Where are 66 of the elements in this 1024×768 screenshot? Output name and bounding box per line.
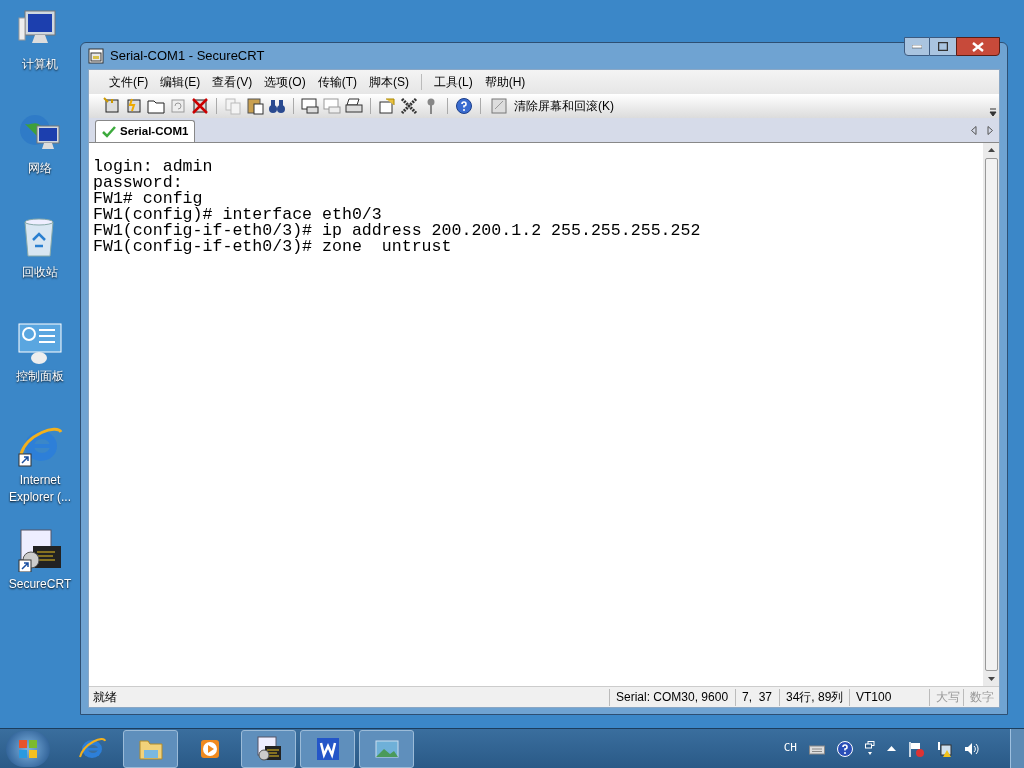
flag-icon[interactable] — [908, 740, 924, 757]
menu-item[interactable]: 文件(F) — [103, 72, 155, 92]
shortcut-label[interactable]: 控制面板 — [16, 368, 64, 385]
taskbar-button[interactable] — [300, 729, 355, 768]
session-tab[interactable]: Serial-COM1 — [95, 120, 196, 142]
folder-icon[interactable] — [147, 97, 165, 115]
menu-item[interactable]: 传输(T) — [311, 72, 363, 92]
windows-logo-icon — [18, 738, 38, 759]
scrollbar-thumb[interactable] — [984, 158, 998, 671]
paste-icon[interactable] — [246, 97, 264, 115]
scroll-up-icon — [987, 148, 995, 152]
menu-item[interactable]: 编辑(E) — [154, 72, 207, 92]
show-desktop-button[interactable] — [1010, 728, 1024, 768]
status-pane: Serial: COM30, 9600 — [609, 688, 735, 706]
status-pane: 7, 37 — [735, 688, 779, 706]
checkmark-icon — [102, 125, 116, 138]
show-hidden-icons-icon[interactable] — [887, 746, 896, 751]
terminal-line: FW1(config-if-eth0/3)# ip address 200.200.1.2 255.255.255.252 — [93, 223, 702, 239]
keyboard-icon[interactable] — [809, 742, 825, 755]
vertical-scrollbar[interactable] — [983, 143, 999, 686]
terminal-line: FW1# config — [93, 191, 203, 207]
scroll-left-icon[interactable] — [971, 125, 977, 135]
menu-item[interactable]: 查看(V) — [206, 72, 259, 92]
terminal-line: FW1(config-if-eth0/3)# zone untrust — [93, 239, 453, 255]
print-screen-icon[interactable] — [301, 97, 319, 115]
clear-screen-button[interactable]: 清除屏幕和回滚(K) — [490, 97, 614, 115]
volume-icon[interactable] — [964, 741, 980, 756]
shortcut-label[interactable]: Internet Explorer (... — [2, 472, 78, 506]
shortcut-label[interactable]: 计算机 — [22, 56, 58, 73]
terminal-app-icon — [17, 528, 63, 572]
maximize-icon — [938, 42, 948, 51]
printer-icon[interactable] — [345, 97, 363, 115]
shortcut-label[interactable]: SecureCRT — [8, 576, 72, 593]
status-pane: 34行, 89列 — [779, 688, 849, 706]
toolbar-overflow-icon[interactable] — [989, 108, 997, 118]
taskbar-button[interactable] — [241, 729, 296, 768]
start-button[interactable] — [6, 730, 50, 767]
menu-item[interactable]: 工具(L) — [428, 72, 479, 92]
terminal-line: password: — [93, 175, 183, 191]
maximize-button[interactable] — [930, 37, 956, 56]
control-panel-icon — [17, 320, 63, 364]
terminal-line: login: admin — [93, 159, 214, 175]
close-icon — [972, 41, 984, 52]
binoculars-icon[interactable] — [268, 97, 286, 115]
status-pane: 数字 — [963, 688, 999, 706]
menu-item[interactable]: 选项(O) — [258, 72, 312, 92]
minimize-button[interactable] — [904, 37, 930, 56]
terminal-app-icon — [254, 734, 283, 763]
terminal-line: FW1(config)# interface eth0/3 — [93, 207, 382, 223]
network-icon[interactable] — [936, 740, 952, 757]
scroll-right-icon[interactable] — [987, 125, 993, 135]
menu-item[interactable]: 脚本(S) — [363, 72, 415, 92]
shortcut-label[interactable]: 回收站 — [22, 264, 58, 281]
help-icon[interactable] — [455, 97, 473, 115]
window-title: Serial-COM1 - SecureCRT — [110, 47, 265, 66]
shortcut-label[interactable]: 网络 — [28, 160, 52, 177]
language-indicator[interactable]: CH — [783, 740, 797, 757]
window-icon — [88, 48, 104, 64]
disconnect-icon[interactable] — [191, 97, 209, 115]
status-message: 就绪 — [92, 689, 117, 706]
minimize-icon — [912, 44, 922, 49]
status-pane: 大写 — [929, 688, 963, 706]
scroll-down-icon — [987, 677, 995, 681]
menu-item[interactable]: 帮助(H) — [478, 72, 532, 92]
status-pane: VT100 — [849, 688, 929, 706]
close-button[interactable] — [956, 37, 1000, 56]
